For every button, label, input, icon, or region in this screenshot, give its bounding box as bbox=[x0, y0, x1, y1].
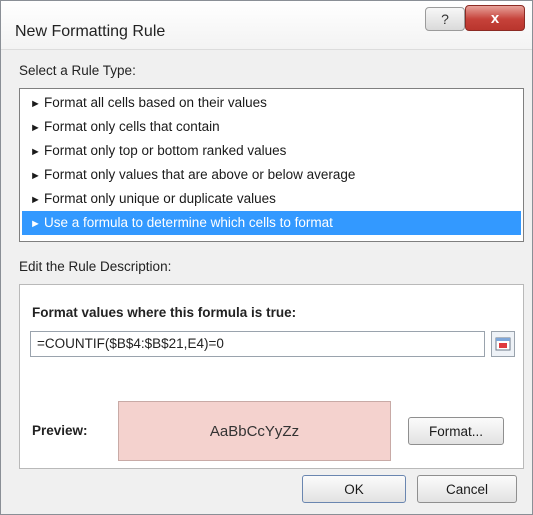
rule-type-item[interactable]: ► Format only top or bottom ranked values bbox=[22, 139, 521, 163]
rule-type-item-label: Format only unique or duplicate values bbox=[44, 191, 276, 206]
range-collapse-button[interactable] bbox=[491, 331, 515, 357]
preview-label: Preview: bbox=[32, 423, 88, 438]
rule-description-label: Edit the Rule Description: bbox=[19, 259, 172, 274]
bullet-arrow-icon: ► bbox=[30, 170, 41, 182]
rule-type-item[interactable]: ► Format all cells based on their values bbox=[22, 91, 521, 115]
rule-type-item-selected[interactable]: ► Use a formula to determine which cells … bbox=[22, 211, 521, 235]
range-selector-icon bbox=[495, 337, 511, 351]
rule-type-item-label: Format all cells based on their values bbox=[44, 95, 267, 110]
bullet-arrow-icon: ► bbox=[30, 122, 41, 134]
bullet-arrow-icon: ► bbox=[30, 218, 41, 230]
formula-label: Format values where this formula is true… bbox=[32, 305, 297, 320]
rule-description-panel: Format values where this formula is true… bbox=[19, 284, 524, 469]
rule-type-item-label: Format only values that are above or bel… bbox=[44, 167, 356, 182]
ok-button[interactable]: OK bbox=[302, 475, 406, 503]
rule-type-item-label: Use a formula to determine which cells t… bbox=[44, 215, 333, 230]
rule-type-item[interactable]: ► Format only values that are above or be… bbox=[22, 163, 521, 187]
new-formatting-rule-dialog: New Formatting Rule ? x Select a Rule Ty… bbox=[0, 0, 533, 515]
bullet-arrow-icon: ► bbox=[30, 98, 41, 110]
close-button[interactable]: x bbox=[465, 5, 525, 31]
help-button[interactable]: ? bbox=[425, 7, 465, 31]
formula-input[interactable]: =COUNTIF($B$4:$B$21,E4)=0 bbox=[30, 331, 485, 357]
dialog-title: New Formatting Rule bbox=[15, 23, 166, 40]
help-icon: ? bbox=[441, 11, 449, 27]
format-button[interactable]: Format... bbox=[408, 417, 504, 445]
close-icon: x bbox=[490, 9, 500, 27]
rule-type-label: Select a Rule Type: bbox=[19, 63, 136, 78]
title-bar: New Formatting Rule ? x bbox=[1, 1, 532, 50]
rule-type-list[interactable]: ► Format all cells based on their values … bbox=[19, 88, 524, 242]
rule-type-item[interactable]: ► Format only cells that contain bbox=[22, 115, 521, 139]
rule-type-item-label: Format only top or bottom ranked values bbox=[44, 143, 287, 158]
rule-type-item-label: Format only cells that contain bbox=[44, 119, 220, 134]
bullet-arrow-icon: ► bbox=[30, 194, 41, 206]
cancel-button[interactable]: Cancel bbox=[417, 475, 517, 503]
bullet-arrow-icon: ► bbox=[30, 146, 41, 158]
format-preview: AaBbCcYyZz bbox=[118, 401, 391, 461]
rule-type-item[interactable]: ► Format only unique or duplicate values bbox=[22, 187, 521, 211]
